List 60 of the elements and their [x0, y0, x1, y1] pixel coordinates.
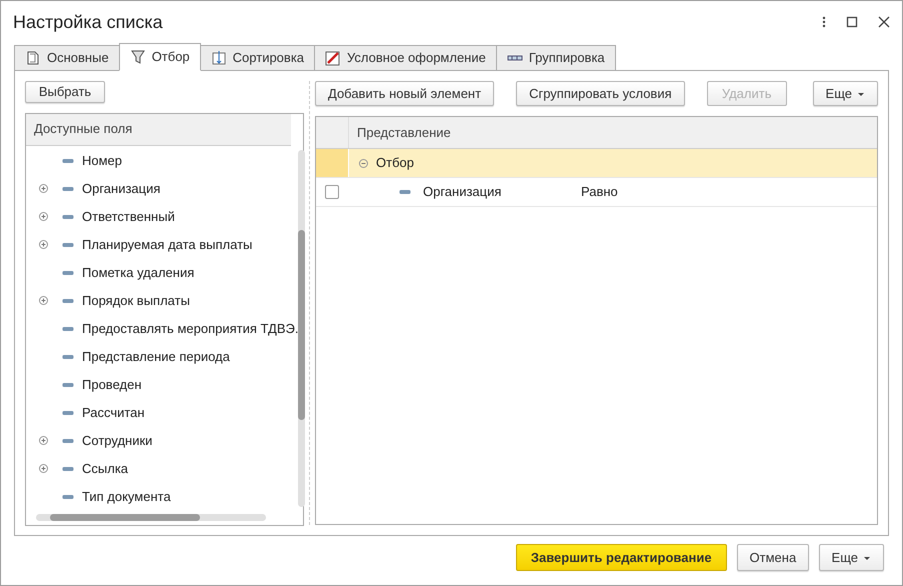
more-button[interactable]: Еще [812, 81, 878, 106]
tree-item[interactable]: Сотрудники [26, 426, 298, 454]
table-row[interactable]: Отбор [316, 149, 877, 178]
tree-item[interactable]: Ответственный [26, 202, 298, 230]
brush-icon [325, 50, 342, 66]
sort-icon [210, 50, 227, 66]
field-icon [62, 324, 74, 332]
tree-item[interactable]: Представление периода [26, 342, 298, 370]
field-icon [62, 156, 74, 164]
toolbar-button[interactable]: Добавить новый элемент [315, 81, 494, 106]
checkbox[interactable] [325, 185, 339, 199]
tree-item[interactable]: Пометка удаления [26, 258, 298, 286]
tree-item[interactable]: Проведен [26, 370, 298, 398]
expand-icon[interactable] [38, 240, 48, 249]
tab[interactable]: Отбор [118, 43, 201, 71]
condition: Равно [581, 183, 618, 202]
field-icon [399, 188, 411, 196]
field-icon [62, 436, 74, 444]
tab[interactable]: Условное оформление [314, 45, 497, 71]
expand-icon[interactable] [38, 436, 48, 445]
window-title: Настройка списка [13, 10, 164, 34]
column-header: Представление [356, 124, 452, 142]
expand-icon[interactable] [38, 296, 48, 305]
finish-editing-button[interactable]: Завершить редактирование [516, 544, 727, 571]
field-icon [62, 464, 74, 472]
tree-item[interactable]: Порядок выплаты [26, 286, 298, 314]
tree-item[interactable]: Предоставлять мероприятия ТДВЭ. [26, 314, 298, 342]
field-icon [62, 296, 74, 304]
group-label: Отбор [376, 154, 414, 172]
tab[interactable]: Основные [14, 45, 120, 71]
column-header: Доступные поля [26, 114, 291, 146]
tree-item[interactable]: Планируемая дата выплаты [26, 230, 298, 258]
field-icon [62, 184, 74, 192]
expand-icon[interactable] [38, 464, 48, 473]
tree-item[interactable]: Организация [26, 174, 298, 202]
field-name: Организация [423, 183, 502, 202]
cancel-button[interactable]: Отмена [736, 544, 809, 571]
expand-icon[interactable] [38, 212, 48, 221]
close-icon[interactable] [878, 16, 890, 28]
tree-item[interactable]: Рассчитан [26, 398, 298, 426]
field-icon [62, 268, 74, 276]
toolbar-button[interactable]: Сгруппировать условия [516, 81, 685, 106]
field-icon [62, 352, 74, 360]
collapse-icon[interactable] [359, 158, 368, 168]
field-icon [62, 212, 74, 220]
field-icon [62, 408, 74, 416]
more-button[interactable]: Еще [818, 544, 884, 571]
field-icon [62, 492, 74, 500]
tab[interactable]: Группировка [496, 45, 616, 71]
field-icon [62, 240, 74, 248]
filter-icon [130, 49, 146, 65]
expand-icon[interactable] [38, 184, 48, 193]
tree-item[interactable]: Ссылка [26, 454, 298, 482]
field-icon [62, 380, 74, 388]
tree-item[interactable]: Тип документа [26, 482, 298, 510]
tree-item[interactable]: Номер [26, 146, 298, 174]
maximize-icon[interactable] [846, 16, 858, 28]
tab[interactable]: Сортировка [200, 45, 316, 71]
select-button[interactable]: Выбрать [25, 81, 105, 102]
page-icon [25, 50, 41, 66]
